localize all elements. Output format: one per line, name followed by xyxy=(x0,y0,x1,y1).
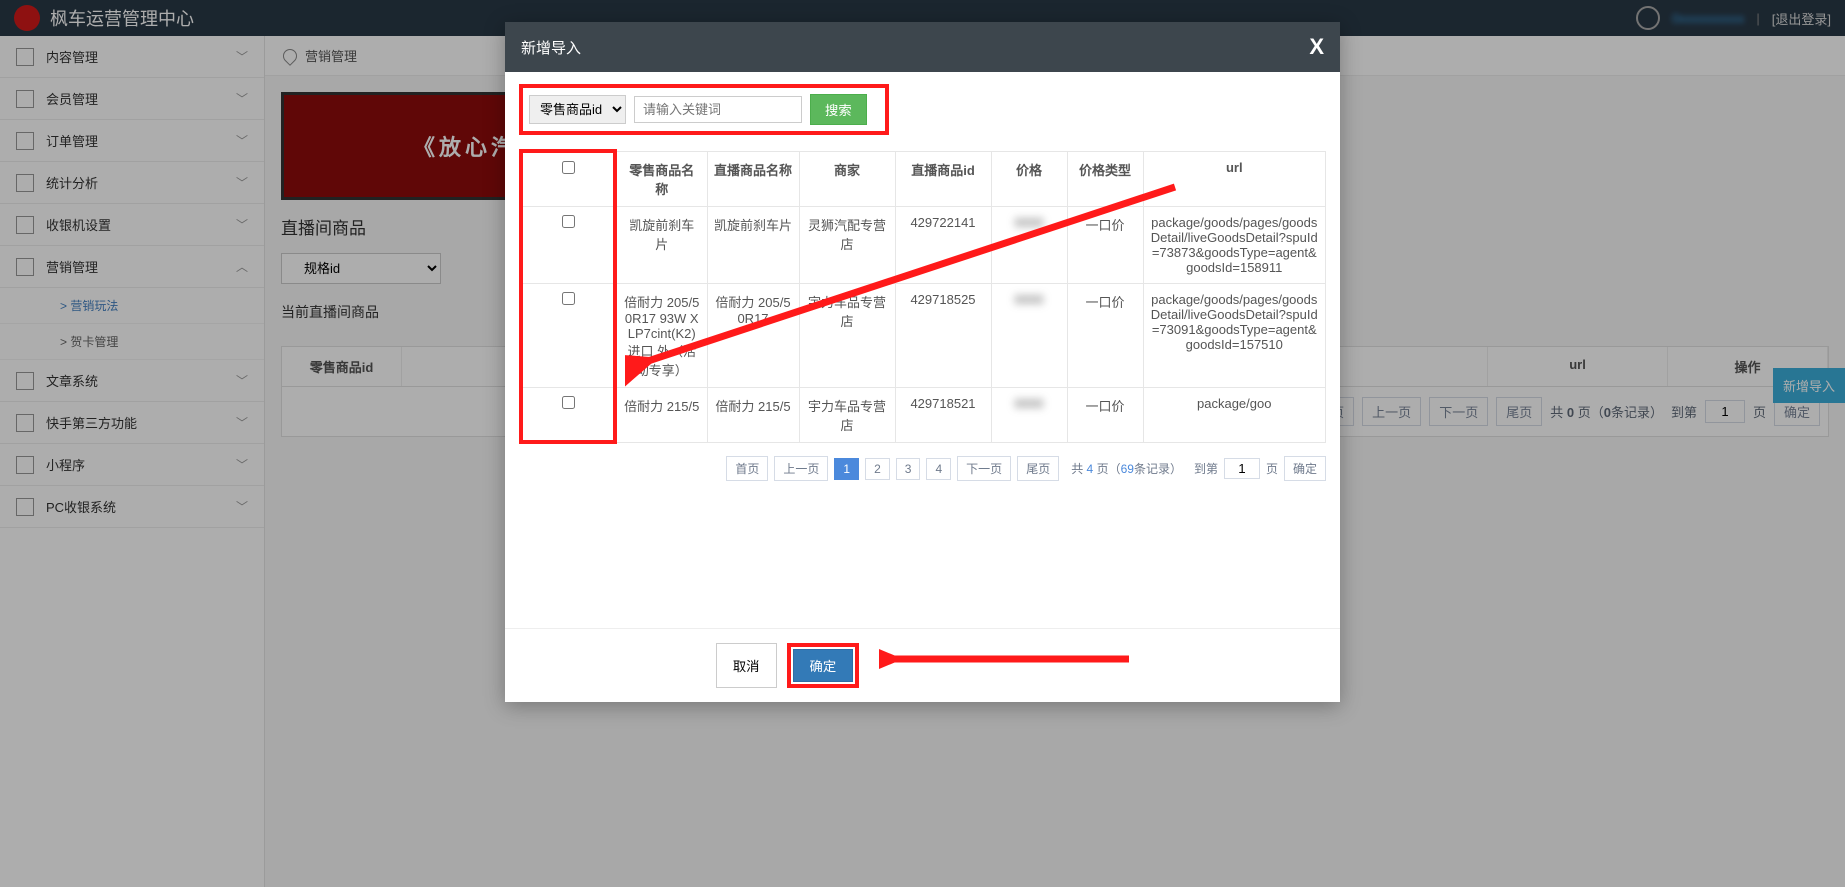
close-icon[interactable]: X xyxy=(1309,34,1324,60)
annotation-arrow-2 xyxy=(879,641,1139,681)
cell-live-id: 429722141 xyxy=(895,206,991,283)
dialog-body: 零售商品id 搜索 零售商品名称 直播商品名称 商家 直播商品id 价 xyxy=(505,72,1340,628)
row-checkbox[interactable] xyxy=(562,215,575,228)
search-button[interactable]: 搜索 xyxy=(810,94,867,125)
cell-merchant: 宇力车品专营店 xyxy=(799,387,895,442)
table-row: 凯旋前刹车片凯旋前刹车片灵狮汽配专营店4297221410000一口价packa… xyxy=(521,206,1326,283)
search-type-select[interactable]: 零售商品id xyxy=(529,95,626,124)
dlg-page-input[interactable] xyxy=(1224,458,1260,479)
cell-price-type: 一口价 xyxy=(1067,283,1143,387)
ok-button-highlight: 确定 xyxy=(787,643,860,688)
cell-retail-name: 凯旋前刹车片 xyxy=(615,206,707,283)
modal-overlay: 新增导入 X 零售商品id 搜索 零售商品名称 直播商品名称 xyxy=(0,0,1845,887)
dlg-page-next[interactable]: 下一页 xyxy=(957,456,1011,481)
cell-live-id: 429718525 xyxy=(895,283,991,387)
cell-live-id: 429718521 xyxy=(895,387,991,442)
cell-live-name: 倍耐力 215/5 xyxy=(707,387,799,442)
cell-price-type: 一口价 xyxy=(1067,206,1143,283)
th-retail-name: 零售商品名称 xyxy=(615,151,707,206)
th-live-name: 直播商品名称 xyxy=(707,151,799,206)
cell-retail-name: 倍耐力 205/50R17 93W XLP7cint(K2) 进口 外（活动专享… xyxy=(615,283,707,387)
th-merchant: 商家 xyxy=(799,151,895,206)
cell-price-type: 一口价 xyxy=(1067,387,1143,442)
row-checkbox-cell xyxy=(521,206,615,283)
cell-price: 0000 xyxy=(991,206,1067,283)
ok-button[interactable]: 确定 xyxy=(793,649,854,682)
row-checkbox[interactable] xyxy=(562,396,575,409)
row-checkbox-cell xyxy=(521,283,615,387)
row-checkbox[interactable] xyxy=(562,292,575,305)
cell-live-name: 倍耐力 205/50R17 xyxy=(707,283,799,387)
dialog-title: 新增导入 xyxy=(521,37,581,58)
cancel-button[interactable]: 取消 xyxy=(716,643,777,688)
table-row: 倍耐力 215/5倍耐力 215/5宇力车品专营店4297185210000一口… xyxy=(521,387,1326,442)
cell-merchant: 灵狮汽配专营店 xyxy=(799,206,895,283)
row-checkbox-cell xyxy=(521,387,615,442)
th-url: url xyxy=(1143,151,1326,206)
cell-url: package/goods/pages/goodsDetail/liveGood… xyxy=(1143,283,1326,387)
cell-live-name: 凯旋前刹车片 xyxy=(707,206,799,283)
dialog-footer: 取消 确定 xyxy=(505,628,1340,702)
search-row: 零售商品id 搜索 xyxy=(519,84,889,135)
table-row: 倍耐力 205/50R17 93W XLP7cint(K2) 进口 外（活动专享… xyxy=(521,283,1326,387)
dlg-page-first[interactable]: 首页 xyxy=(726,456,768,481)
dialog-pagination: 首页 上一页 1 2 3 4 下一页 尾页 共 4 页（69条记录） 到第 页 … xyxy=(519,456,1326,481)
dlg-page-info: 共 4 页（69条记录） xyxy=(1071,460,1182,477)
select-all-checkbox[interactable] xyxy=(562,161,575,174)
th-live-id: 直播商品id xyxy=(895,151,991,206)
th-checkbox xyxy=(521,151,615,206)
cell-price: 0000 xyxy=(991,387,1067,442)
cell-price: 0000 xyxy=(991,283,1067,387)
new-import-dialog: 新增导入 X 零售商品id 搜索 零售商品名称 直播商品名称 xyxy=(505,22,1340,702)
cell-url: package/goods/pages/goodsDetail/liveGood… xyxy=(1143,206,1326,283)
th-price: 价格 xyxy=(991,151,1067,206)
cell-url: package/goo xyxy=(1143,387,1326,442)
dlg-page-last[interactable]: 尾页 xyxy=(1017,456,1059,481)
dlg-page-4[interactable]: 4 xyxy=(926,458,951,480)
cell-retail-name: 倍耐力 215/5 xyxy=(615,387,707,442)
dialog-header: 新增导入 X xyxy=(505,22,1340,72)
goods-table: 零售商品名称 直播商品名称 商家 直播商品id 价格 价格类型 url 凯旋前刹… xyxy=(519,149,1326,444)
th-price-type: 价格类型 xyxy=(1067,151,1143,206)
dlg-page-prev[interactable]: 上一页 xyxy=(774,456,828,481)
cell-merchant: 宇力车品专营店 xyxy=(799,283,895,387)
dlg-page-2[interactable]: 2 xyxy=(865,458,890,480)
search-keyword-input[interactable] xyxy=(634,96,802,123)
dlg-page-1[interactable]: 1 xyxy=(834,458,859,480)
dlg-page-3[interactable]: 3 xyxy=(896,458,921,480)
dlg-page-confirm[interactable]: 确定 xyxy=(1284,456,1326,481)
